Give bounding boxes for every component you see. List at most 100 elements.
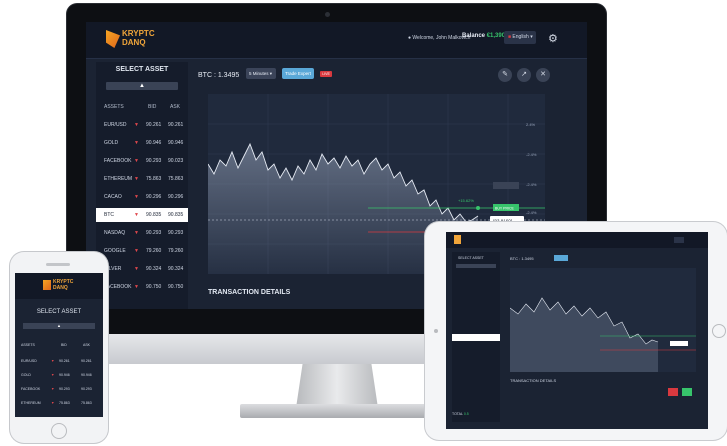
asset-row[interactable]: ETHEREUM ▼ 75.863 75.863 <box>96 172 188 186</box>
phone-asset-bid: 90.261 <box>59 359 70 363</box>
transaction-details-title: TRANSACTION DETAILS <box>208 289 291 296</box>
trend-icon[interactable]: ↗ <box>517 68 531 82</box>
tablet-chart[interactable] <box>509 268 696 372</box>
tablet-buy-button[interactable] <box>682 388 692 396</box>
tablet-trade-button[interactable] <box>554 255 568 261</box>
monitor-foot <box>240 404 436 418</box>
logo: KRYPTC DANQ <box>106 28 176 50</box>
asset-bid: 90.835 <box>146 212 162 218</box>
axis-label: -2.4% <box>526 210 537 215</box>
down-arrow-icon: ▼ <box>134 212 139 218</box>
tag-bg <box>493 182 519 189</box>
phone-asset-ask: 90.946 <box>81 373 92 377</box>
asset-ask: 75.863 <box>168 176 184 182</box>
down-arrow-icon: ▼ <box>134 122 139 128</box>
phone-asset-ask: 90.293 <box>81 387 92 391</box>
tablet-screen: SELECT ASSET BTC : 1.3495 TRANSACTION DE… <box>446 232 708 429</box>
asset-row[interactable]: EUR/USD ▼ 90.261 90.261 <box>96 118 188 132</box>
trade-expert-button[interactable]: Trade Expert <box>282 68 314 79</box>
tablet-total: TOTAL 0.5 <box>452 412 469 416</box>
annotation-up: +15.62% <box>458 198 474 203</box>
buy-tag: BUY PRICE <box>495 207 514 211</box>
asset-name: GOOGLE <box>104 248 126 254</box>
language-label: English <box>512 34 529 40</box>
down-arrow-icon: ▼ <box>51 387 55 391</box>
phone-asset-row[interactable]: FACEBOOK ▼ 90.293 90.293 <box>15 387 103 397</box>
tablet-home-button[interactable] <box>712 324 726 338</box>
header-assets: ASSETS <box>104 104 124 110</box>
asset-row[interactable]: FACEBOOK ▼ 90.293 90.023 <box>96 154 188 168</box>
tablet-asset-panel: SELECT ASSET <box>452 252 500 422</box>
asset-panel: SELECT ASSET ▲ ASSETS BID ASK EUR/USD ▼ 90… <box>96 62 188 309</box>
chart-title: BTC : 1.3495 <box>198 72 240 79</box>
asset-ask: 90.835 <box>168 212 184 218</box>
language-select[interactable]: ■ English ▾ <box>504 31 536 44</box>
asset-bid: 75.863 <box>146 176 162 182</box>
scroll-up-button[interactable]: ▲ <box>106 82 178 90</box>
asset-row[interactable]: FACEBOOK ▼ 90.750 90.750 <box>96 280 188 294</box>
down-arrow-icon: ▼ <box>134 158 139 164</box>
tablet-chart-title: BTC : 1.3495 <box>510 256 534 261</box>
tablet-total-value: 0.5 <box>463 412 469 416</box>
tablet-scroll-up-button[interactable] <box>456 264 496 268</box>
asset-row[interactable]: CACAO ▼ 90.296 90.296 <box>96 190 188 204</box>
phone-asset-name: FACEBOOK <box>21 387 41 391</box>
header-bid: BID <box>148 104 157 110</box>
phone-asset-bid: 90.946 <box>59 373 70 377</box>
asset-row[interactable]: GOLD ▼ 90.946 90.946 <box>96 136 188 150</box>
phone-screen: KRYPTC DANQ SELECT ASSET ▲ ASSETS BID AS… <box>15 273 103 417</box>
balance: Balance €1,390 <box>462 33 505 39</box>
asset-ask: 90.296 <box>168 194 184 200</box>
tablet-select-asset-title: SELECT ASSET <box>458 256 484 260</box>
tablet-language-select[interactable] <box>674 237 684 243</box>
asset-row[interactable]: SILVER ▼ 90.324 90.324 <box>96 262 188 276</box>
phone-speaker <box>46 263 70 266</box>
flag-icon: ■ <box>508 34 512 40</box>
down-arrow-icon: ▼ <box>134 248 139 254</box>
interval-select[interactable]: 5 Minutes ▾ <box>246 68 276 79</box>
asset-name: CACAO <box>104 194 122 200</box>
down-arrow-icon: ▼ <box>134 230 139 236</box>
phone-asset-row[interactable]: EUR/USD ▼ 90.261 90.261 <box>15 359 103 369</box>
logo-mark-icon <box>106 30 120 48</box>
balance-label: Balance <box>462 33 486 39</box>
asset-row[interactable]: NASDAQ ▼ 90.293 90.293 <box>96 226 188 240</box>
tablet-camera-icon <box>434 329 438 333</box>
phone-asset-row[interactable]: GOLD ▼ 90.946 90.946 <box>15 373 103 383</box>
user-icon: ● <box>408 35 412 41</box>
phone-asset-ask: 75.863 <box>81 401 92 405</box>
tablet-transaction-title: TRANSACTION DETAILS <box>510 378 557 383</box>
tablet-sell-button[interactable] <box>668 388 678 396</box>
asset-ask: 90.750 <box>168 284 184 290</box>
camera-icon <box>325 12 330 17</box>
asset-bid: 90.261 <box>146 122 162 128</box>
asset-row[interactable]: BTC ▼ 90.835 90.835 <box>96 208 188 222</box>
phone-scroll-up-button[interactable]: ▲ <box>23 323 95 329</box>
asset-bid: 90.750 <box>146 284 162 290</box>
gear-icon[interactable]: ⚙ <box>548 32 558 45</box>
chevron-down-icon: ▾ <box>530 34 533 40</box>
chevron-down-icon: ▾ <box>269 71 273 76</box>
asset-name: BTC <box>104 212 114 218</box>
axis-label: 2.4% <box>526 122 536 127</box>
down-arrow-icon: ▼ <box>51 401 55 405</box>
asset-row[interactable]: GOOGLE ▼ 79.260 79.260 <box>96 244 188 258</box>
close-icon[interactable]: ✕ <box>536 68 550 82</box>
phone-home-button[interactable] <box>51 423 67 439</box>
asset-ask: 90.946 <box>168 140 184 146</box>
asset-bid: 90.946 <box>146 140 162 146</box>
phone-asset-row[interactable]: ETHEREUM ▼ 75.863 75.863 <box>15 401 103 411</box>
phone-select-asset-title: SELECT ASSET <box>36 309 82 315</box>
asset-bid: 79.260 <box>146 248 162 254</box>
asset-ask: 90.261 <box>168 122 184 128</box>
down-arrow-icon: ▼ <box>134 140 139 146</box>
header-ask: ASK <box>170 104 181 110</box>
tablet-chart-svg <box>509 297 696 372</box>
pencil-icon[interactable]: ✎ <box>498 68 512 82</box>
asset-name: EUR/USD <box>104 122 127 128</box>
asset-bid: 90.324 <box>146 266 162 272</box>
balance-value: €1,390 <box>486 33 506 39</box>
tablet-selected-row[interactable] <box>452 334 500 341</box>
phone-header-assets: ASSETS <box>21 343 35 347</box>
axis-label: -2.4% <box>526 182 537 187</box>
